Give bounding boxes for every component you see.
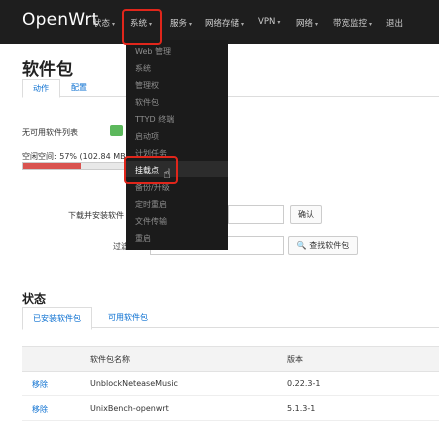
remove-link[interactable]: 移除	[32, 379, 48, 390]
dropdown-item-admin[interactable]: 管理权	[135, 80, 159, 91]
tab-installed-packages[interactable]: 已安装软件包	[22, 307, 92, 330]
menu-bandwidth-label: 带宽监控	[333, 19, 368, 29]
menu-vpn[interactable]: VPN ▾	[258, 17, 280, 27]
package-version: 0.22.3-1	[287, 379, 321, 388]
page-tabs: 动作 配置	[22, 79, 439, 98]
caret-down-icon: ▾	[112, 21, 116, 28]
menu-logout-label: 退出	[386, 19, 404, 29]
update-lists-button[interactable]	[110, 125, 123, 136]
disk-usage-bar	[22, 162, 126, 170]
system-menu-highlight-box	[122, 9, 162, 45]
status-title: 状态	[22, 292, 47, 306]
menu-nas[interactable]: 网络存储 ▾	[205, 17, 244, 29]
dropdown-item-file-transfer[interactable]: 文件传输	[135, 216, 167, 227]
menu-status[interactable]: 状态 ▾	[93, 17, 115, 29]
dropdown-item-timed-reboot[interactable]: 定时重启	[135, 199, 167, 210]
menu-vpn-label: VPN	[258, 17, 276, 27]
menu-network[interactable]: 网络 ▾	[296, 17, 318, 29]
dropdown-item-ttyd[interactable]: TTYD 终端	[135, 114, 174, 125]
search-icon: 🔍	[296, 241, 307, 250]
menu-bandwidth[interactable]: 带宽监控 ▾	[333, 17, 372, 29]
brand-logo[interactable]: OpenWrt	[22, 10, 99, 30]
caret-down-icon: ▾	[315, 21, 319, 28]
menu-services[interactable]: 服务 ▾	[170, 17, 192, 29]
dropdown-item-startup[interactable]: 启动项	[135, 131, 159, 142]
table-row: 移除 UnixBench-openwrt 5.1.3-1	[22, 396, 439, 421]
dropdown-item-reboot[interactable]: 重启	[135, 233, 151, 244]
menu-logout[interactable]: 退出	[386, 17, 403, 29]
dropdown-item-software[interactable]: 软件包	[135, 97, 159, 108]
no-packages-label: 无可用软件列表	[22, 128, 78, 137]
install-label: 下载并安装软件	[68, 211, 124, 220]
caret-down-icon: ▾	[189, 21, 193, 28]
menu-services-label: 服务	[170, 19, 188, 29]
remove-link[interactable]: 移除	[32, 404, 48, 415]
menu-network-label: 网络	[296, 19, 314, 29]
package-name: UnblockNeteaseMusic	[90, 379, 178, 388]
table-header: 软件包名称 版本	[22, 346, 439, 372]
caret-down-icon: ▾	[277, 19, 281, 26]
menu-nas-label: 网络存储	[205, 19, 240, 29]
tab-config[interactable]: 配置	[64, 79, 94, 96]
install-confirm-button[interactable]: 确认	[290, 205, 322, 224]
page-title: 软件包	[22, 60, 73, 80]
disk-space-label: 空闲空间: 57% (102.84 MB)	[22, 152, 129, 161]
top-navbar: OpenWrt 状态 ▾ 系统 ▾ 服务 ▾ 网络存储 ▾ VPN ▾ 网络 ▾ 带宽监控 ▾…	[0, 0, 439, 44]
caret-down-icon: ▾	[369, 21, 373, 28]
caret-down-icon: ▾	[241, 21, 245, 28]
system-dropdown-menu: Web 管理 系统 管理权 软件包 TTYD 终端 启动项 计划任务 挂载点 备…	[126, 40, 228, 250]
hand-cursor-icon: ☝	[163, 167, 171, 182]
dropdown-item-web-admin[interactable]: Web 管理	[135, 46, 171, 57]
tab-actions[interactable]: 动作	[22, 79, 60, 98]
install-input[interactable]	[228, 205, 284, 224]
dropdown-item-system[interactable]: 系统	[135, 63, 151, 74]
disk-usage-fill	[23, 163, 82, 169]
tab-available-packages[interactable]: 可用软件包	[100, 307, 156, 328]
menu-status-label: 状态	[93, 19, 111, 29]
search-package-label: 查找软件包	[309, 241, 350, 250]
table-row: 移除 UnblockNeteaseMusic 0.22.3-1	[22, 371, 439, 396]
search-package-button[interactable]: 🔍 查找软件包	[288, 236, 358, 255]
column-version: 版本	[287, 355, 303, 364]
status-tabs: 已安装软件包 可用软件包	[22, 307, 439, 330]
column-package-name: 软件包名称	[90, 355, 130, 364]
